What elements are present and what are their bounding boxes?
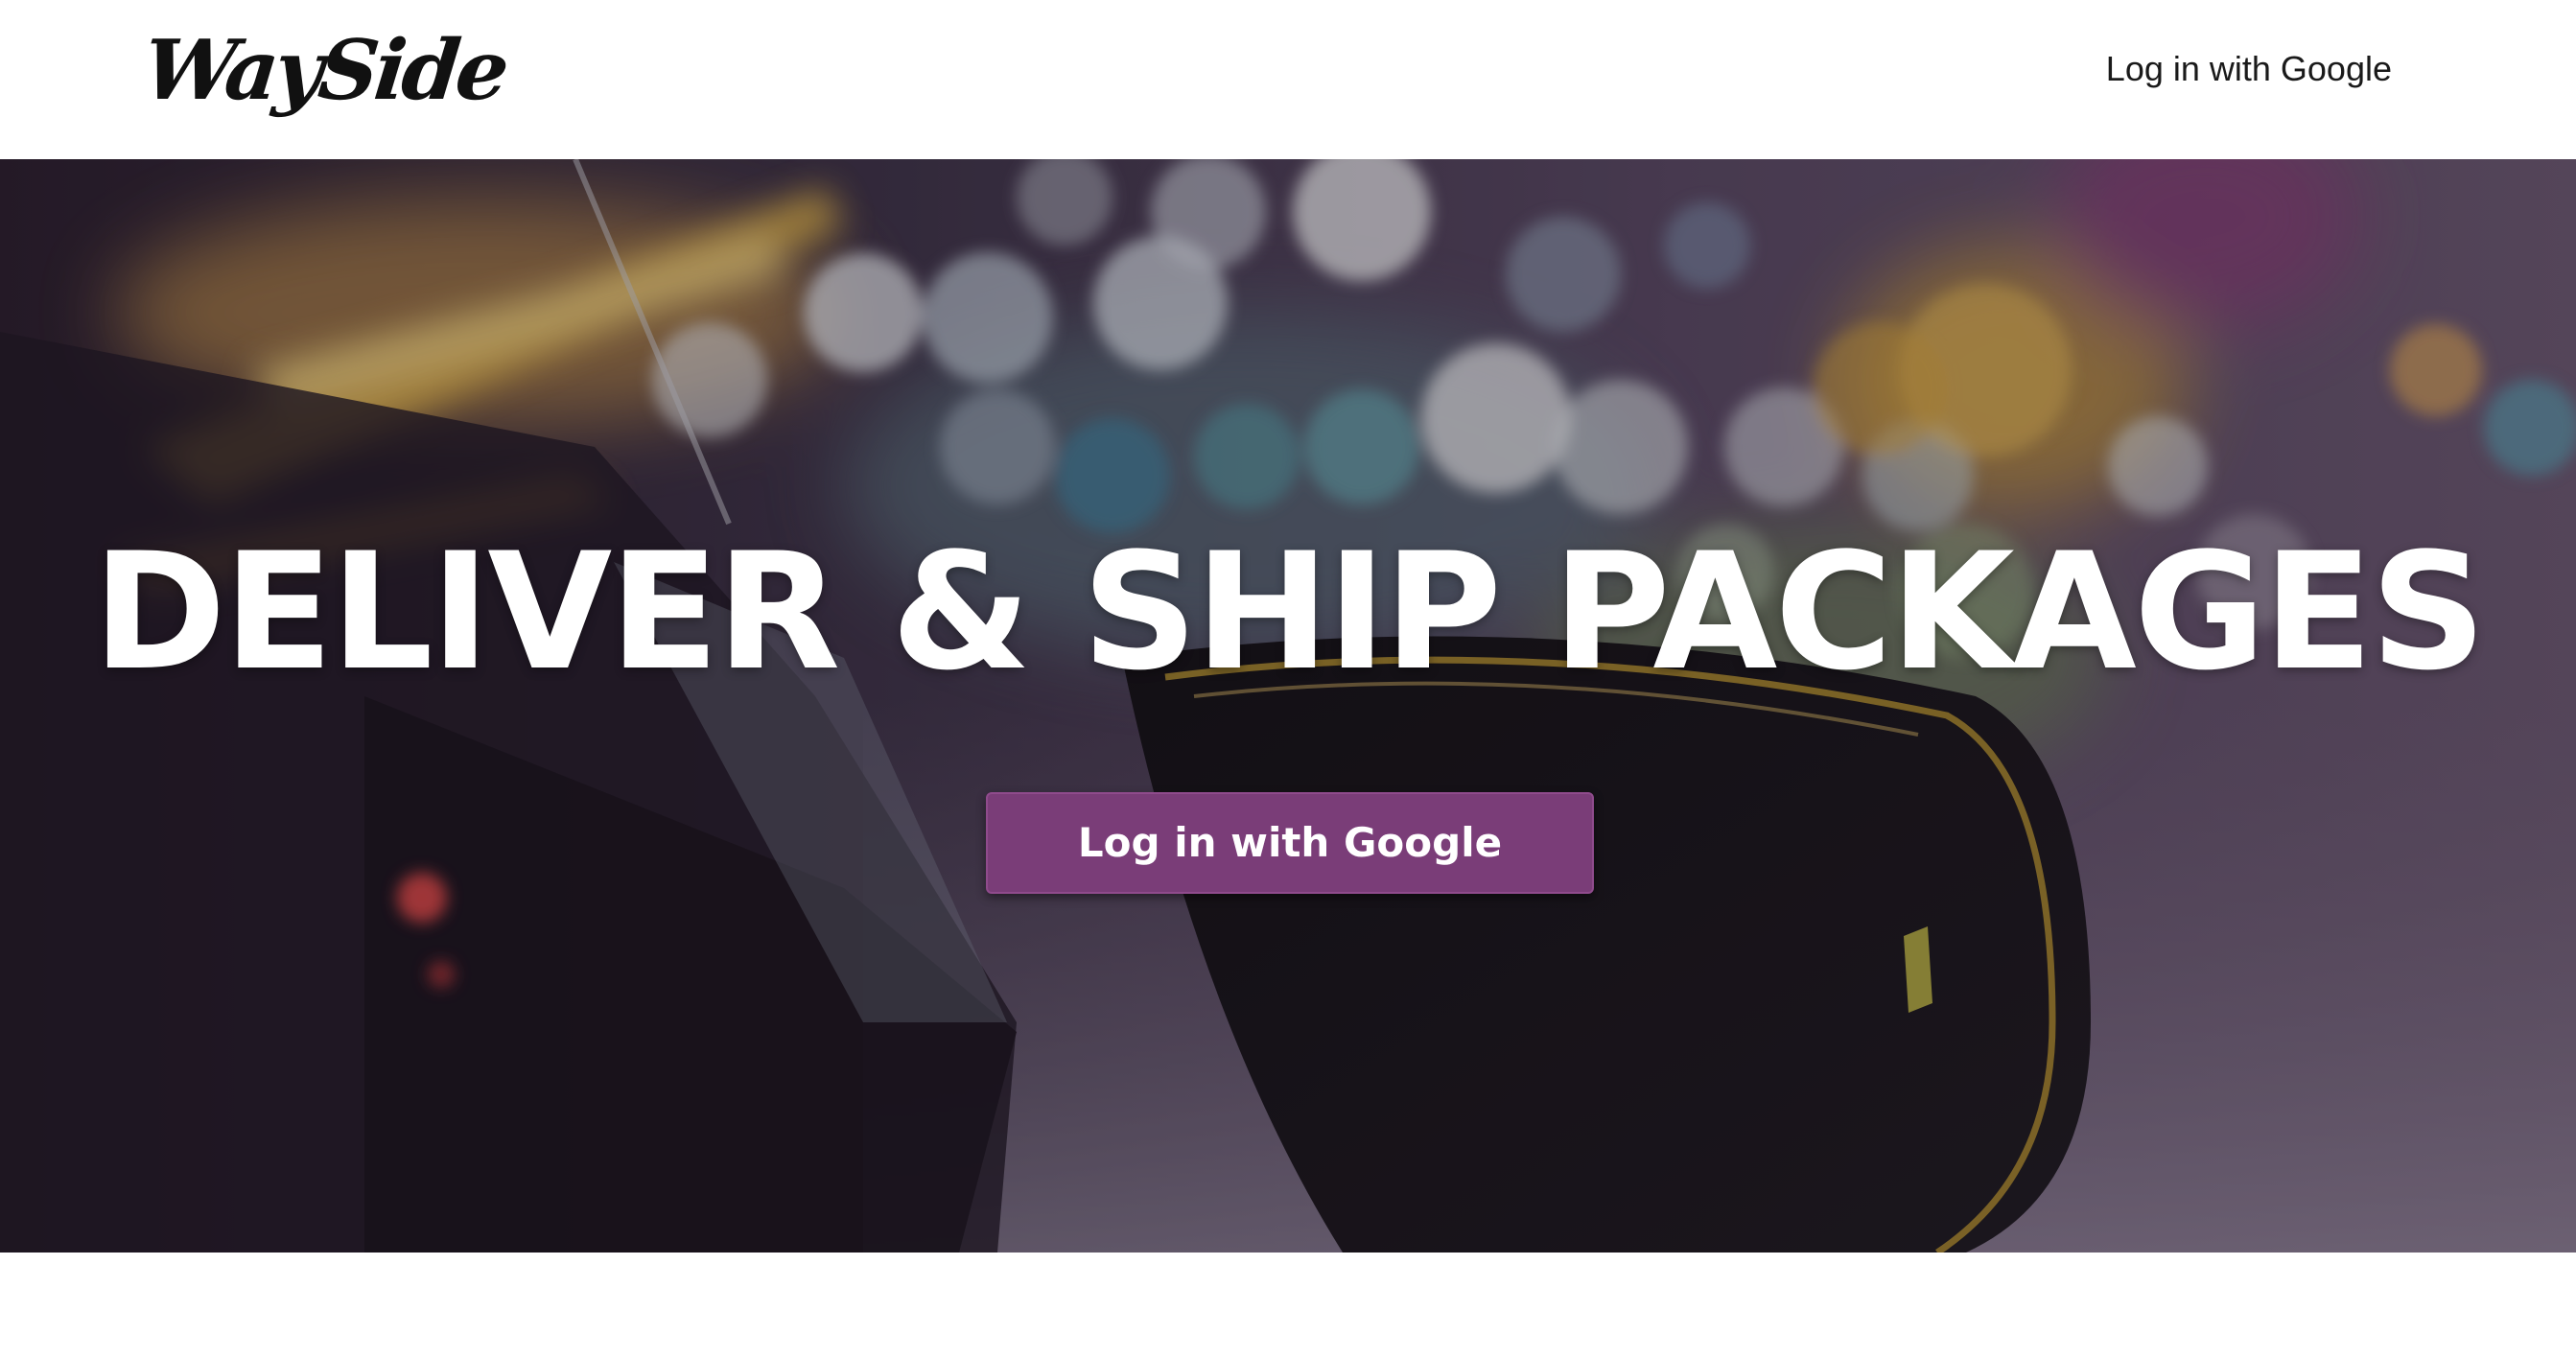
brand-logo[interactable]: WaySide: [138, 13, 511, 129]
top-navbar: WaySide Log in with Google: [0, 0, 2576, 159]
nav-login-google-link[interactable]: Log in with Google: [2106, 44, 2392, 94]
hero-title: DELIVER & SHIP PACKAGES: [92, 518, 2487, 706]
hero-section: DELIVER & SHIP PACKAGES Log in with Goog…: [0, 159, 2576, 1253]
hero-login-google-button[interactable]: Log in with Google: [986, 792, 1594, 894]
